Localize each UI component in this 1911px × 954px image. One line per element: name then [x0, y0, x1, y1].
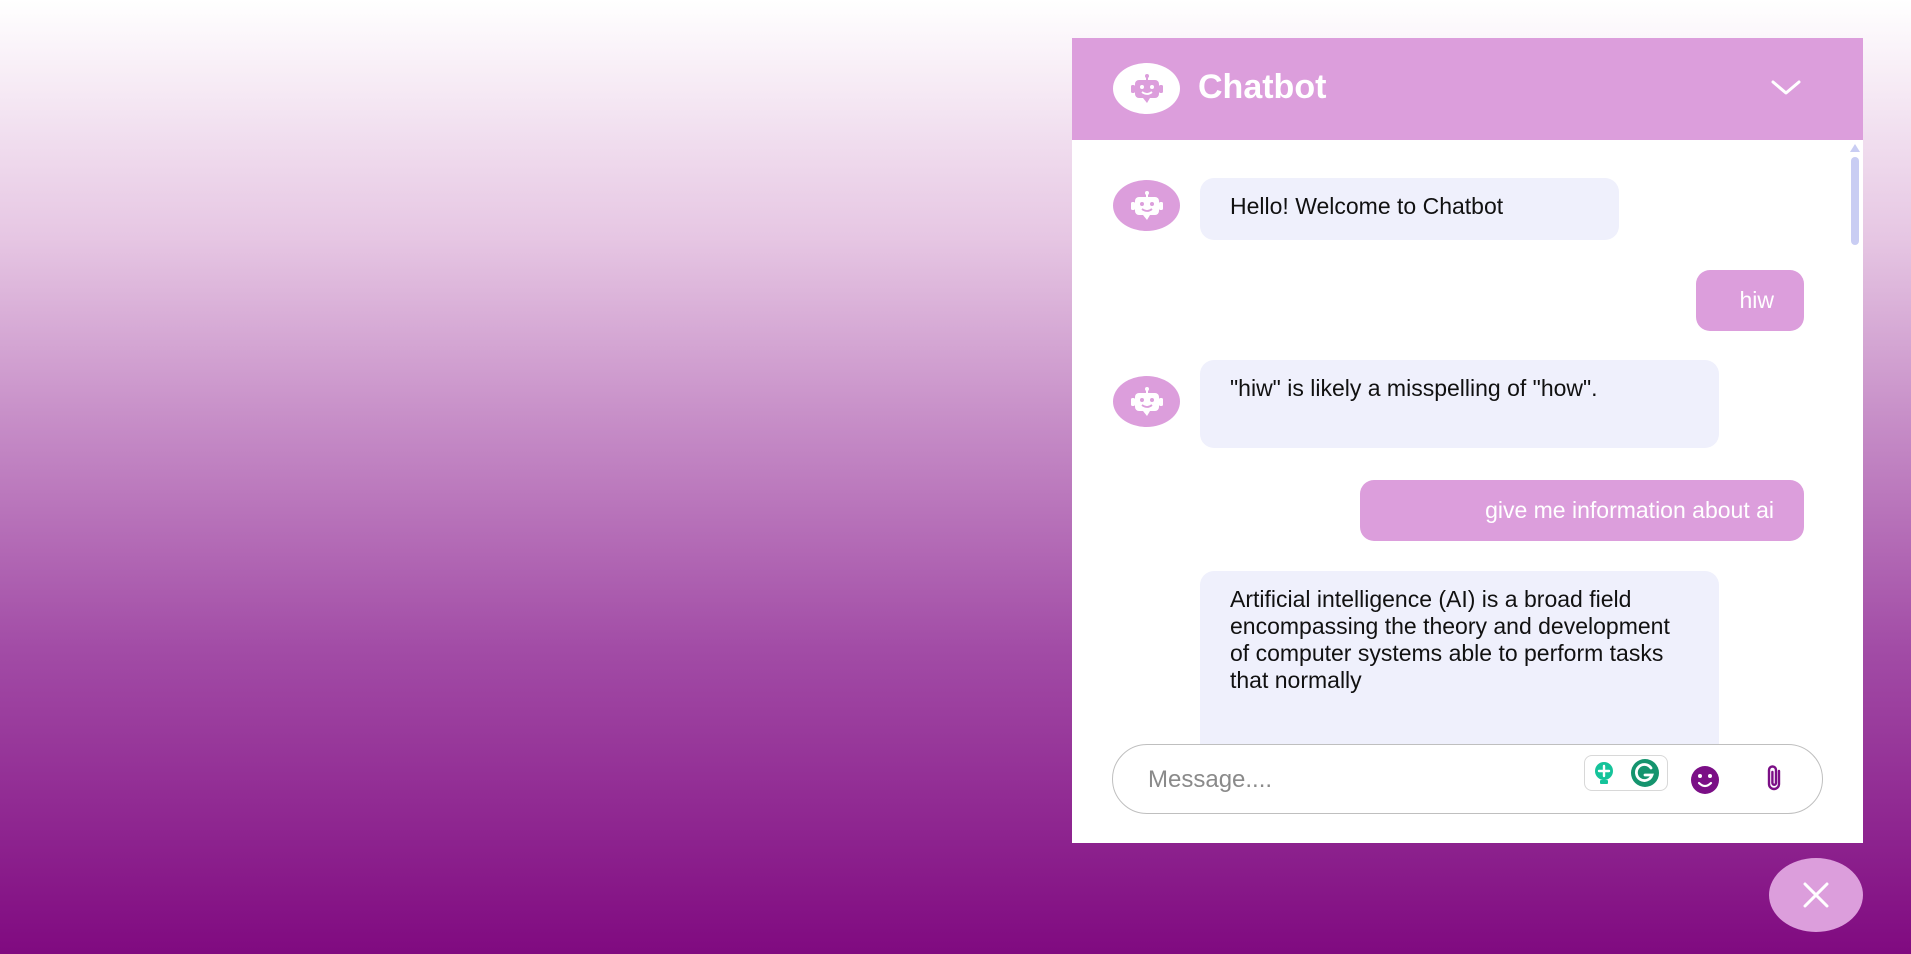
- emoji-icon: [1691, 766, 1719, 794]
- attach-button[interactable]: [1763, 763, 1787, 795]
- chatbot-window: Chatbot Hello! Welcome to Chatbot hiw "h…: [1072, 38, 1863, 843]
- user-message: give me information about ai: [1360, 480, 1804, 541]
- message-input[interactable]: [1146, 761, 1570, 799]
- bot-message: "hiw" is likely a misspelling of "how".: [1200, 360, 1719, 448]
- bot-message: Artificial intelligence (AI) is a broad …: [1200, 571, 1719, 760]
- paperclip-icon: [1767, 765, 1781, 791]
- chat-messages[interactable]: Hello! Welcome to Chatbot hiw "hiw" is l…: [1072, 140, 1863, 760]
- scrollbar[interactable]: [1850, 144, 1860, 754]
- user-message: hiw: [1696, 270, 1804, 331]
- grammarly-suggestion-icon[interactable]: [1591, 760, 1617, 786]
- close-chat-button[interactable]: [1769, 858, 1863, 932]
- close-icon: [1803, 882, 1829, 908]
- robot-icon: [1113, 180, 1180, 231]
- bot-message: Hello! Welcome to Chatbot: [1200, 178, 1619, 240]
- collapse-button[interactable]: [1769, 76, 1803, 100]
- robot-icon: [1113, 63, 1180, 114]
- chevron-down-icon: [1771, 80, 1801, 95]
- chat-header: Chatbot: [1072, 38, 1863, 140]
- grammarly-widget[interactable]: [1584, 755, 1668, 791]
- scroll-up-arrow[interactable]: [1850, 144, 1860, 152]
- emoji-button[interactable]: [1690, 765, 1720, 795]
- chatbot-title: Chatbot: [1198, 68, 1327, 106]
- message-composer: [1112, 744, 1823, 814]
- scrollbar-thumb[interactable]: [1851, 157, 1859, 245]
- grammarly-icon[interactable]: [1628, 758, 1662, 788]
- robot-icon: [1113, 376, 1180, 427]
